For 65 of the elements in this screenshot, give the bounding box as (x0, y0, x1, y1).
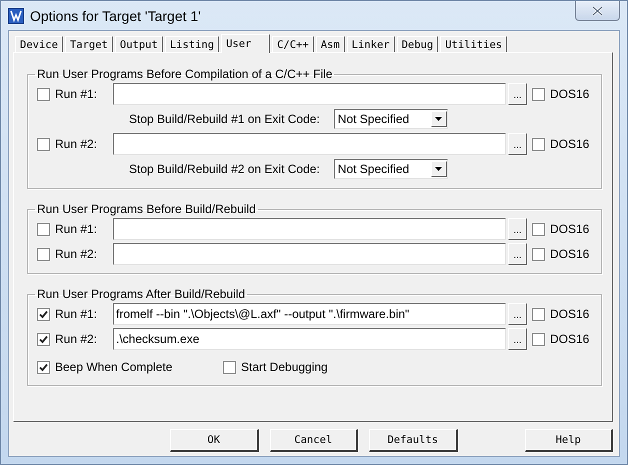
option-label: Beep When Complete (55, 360, 172, 374)
dos16-label: DOS16 (550, 332, 590, 346)
tab[interactable]: Debug (396, 36, 438, 52)
dialog-button[interactable]: Cancel (270, 429, 358, 452)
checkbox[interactable] (532, 332, 545, 346)
exit-code-dropdown[interactable]: Not Specified (334, 159, 448, 179)
run-label: Run #1: (55, 307, 98, 321)
browse-button[interactable]: ... (508, 328, 527, 350)
checkbox[interactable] (532, 138, 545, 150)
checkbox[interactable] (223, 360, 236, 374)
group-title: Run User Programs After Build/Rebuild (36, 287, 246, 301)
tab[interactable]: Linker (346, 36, 395, 52)
close-button[interactable] (575, 1, 620, 21)
app-icon (8, 8, 24, 24)
dos16-label: DOS16 (550, 87, 590, 101)
run-label: Run #1: (55, 222, 98, 236)
tab[interactable]: User (221, 34, 270, 53)
exit-code-label: Stop Build/Rebuild #1 on Exit Code: (129, 112, 320, 126)
checkbox[interactable] (532, 248, 545, 260)
checkbox[interactable] (532, 88, 545, 100)
command-field[interactable]: fromelf --bin ".\Objects\@L.axf" --output ".\firmware.bin" (113, 303, 506, 325)
exit-code-label: Stop Build/Rebuild #2 on Exit Code: (129, 162, 320, 176)
run-label: Run #2: (55, 247, 98, 261)
run-label: Run #2: (55, 137, 98, 151)
checkbox[interactable] (37, 222, 50, 236)
command-field[interactable] (113, 133, 506, 155)
window-title: Options for Target 'Target 1' (30, 8, 201, 24)
dos16-label: DOS16 (550, 137, 590, 151)
command-field[interactable] (113, 218, 506, 240)
tab[interactable]: Utilities (440, 36, 508, 52)
option-label: Start Debugging (241, 360, 328, 374)
tab[interactable]: Listing (164, 36, 220, 52)
browse-button[interactable]: ... (508, 303, 527, 325)
exit-code-dropdown[interactable]: Not Specified (334, 109, 448, 129)
dialog-button[interactable]: Defaults (369, 429, 458, 452)
checkbox[interactable] (532, 222, 545, 236)
group-title: Run User Programs Before Compilation of a C/C++ File (36, 67, 334, 81)
tab[interactable]: Output (114, 36, 163, 52)
tab[interactable]: Device (15, 36, 63, 52)
checkbox[interactable] (37, 138, 50, 150)
checkbox[interactable] (37, 88, 50, 100)
checkbox[interactable] (37, 308, 50, 320)
tab[interactable]: Target (64, 36, 113, 52)
tab[interactable]: Asm (316, 36, 345, 52)
command-field[interactable] (113, 83, 506, 105)
help-button[interactable]: Help (524, 429, 613, 452)
dos16-label: DOS16 (550, 307, 590, 321)
run-label: Run #1: (55, 87, 98, 101)
tab[interactable]: C/C++ (272, 36, 314, 52)
checkbox[interactable] (37, 248, 50, 260)
run-label: Run #2: (55, 332, 98, 346)
command-field[interactable]: .\checksum.exe (113, 328, 506, 350)
browse-button[interactable]: ... (508, 83, 527, 105)
checkbox[interactable] (532, 308, 545, 320)
close-icon (592, 6, 603, 16)
group-title: Run User Programs Before Build/Rebuild (36, 202, 257, 216)
command-field[interactable] (113, 243, 506, 265)
browse-button[interactable]: ... (508, 133, 527, 155)
dos16-label: DOS16 (550, 222, 590, 236)
browse-button[interactable]: ... (508, 243, 527, 265)
dialog-button[interactable]: OK (170, 429, 258, 452)
checkbox[interactable] (37, 360, 50, 374)
dos16-label: DOS16 (550, 247, 590, 261)
checkbox[interactable] (37, 332, 50, 346)
browse-button[interactable]: ... (508, 218, 527, 240)
